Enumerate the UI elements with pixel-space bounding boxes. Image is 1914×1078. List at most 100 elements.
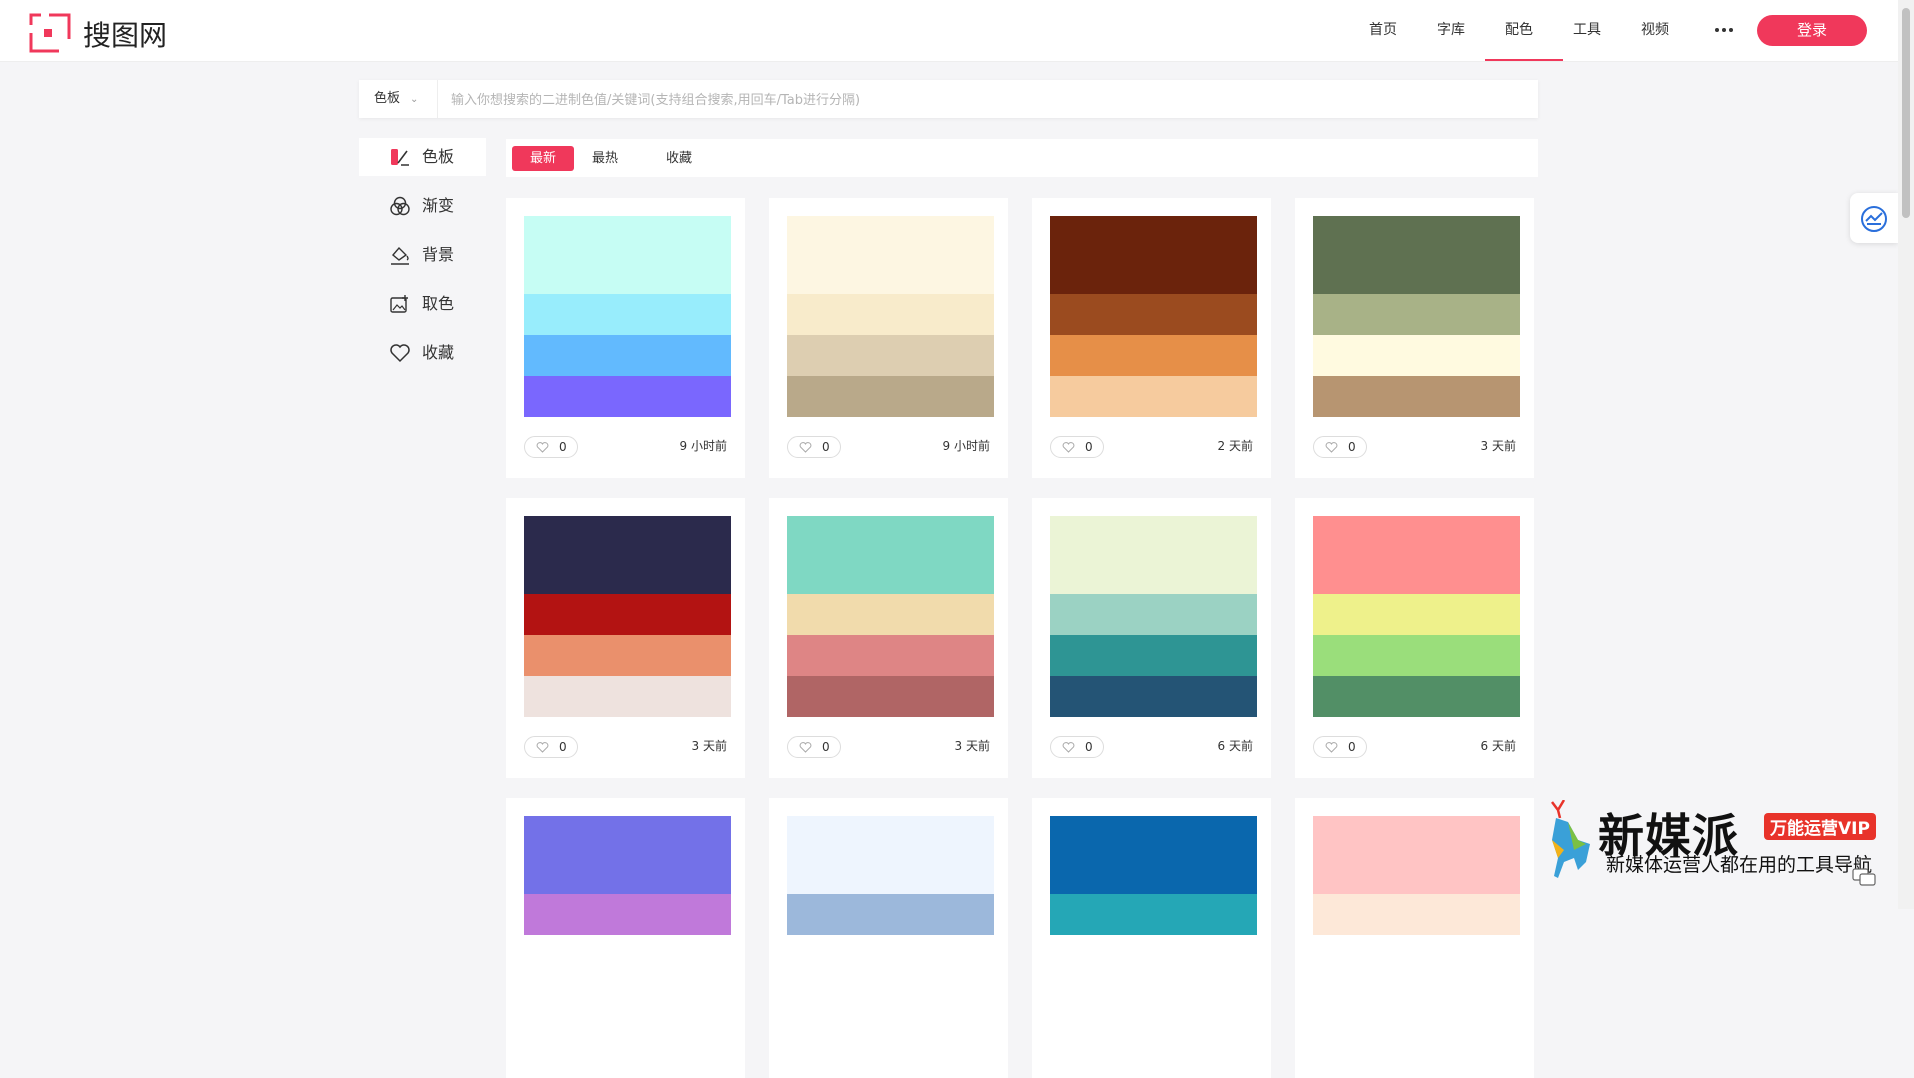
divider — [437, 80, 438, 118]
like-count: 0 — [559, 740, 567, 754]
login-button[interactable]: 登录 — [1757, 15, 1867, 46]
color-swatch[interactable] — [1050, 294, 1257, 335]
palette-card[interactable]: 0 3 天前 — [769, 498, 1008, 778]
sidebar-item-label: 渐变 — [422, 196, 455, 215]
color-swatch[interactable] — [524, 635, 731, 676]
color-swatch[interactable] — [1313, 376, 1520, 417]
palette-card[interactable]: 0 3 天前 — [506, 498, 745, 778]
palette-card[interactable] — [769, 798, 1008, 1078]
like-button[interactable]: 0 — [1050, 736, 1104, 758]
more-icon[interactable] — [1713, 22, 1735, 38]
like-button[interactable]: 0 — [787, 736, 841, 758]
color-swatch[interactable] — [1313, 635, 1520, 676]
palette-card[interactable]: 0 6 天前 — [1032, 498, 1271, 778]
color-swatch[interactable] — [787, 216, 994, 294]
brand-name[interactable]: 搜图网 — [83, 14, 167, 54]
tab-hottest[interactable]: 最热 — [585, 146, 625, 171]
like-button[interactable]: 0 — [787, 436, 841, 458]
nav-item-home[interactable]: 首页 — [1365, 0, 1401, 61]
color-swatch[interactable] — [1313, 335, 1520, 376]
color-swatch[interactable] — [787, 516, 994, 594]
like-button[interactable]: 0 — [524, 436, 578, 458]
palette-card[interactable]: 0 2 天前 — [1032, 198, 1271, 478]
color-swatch[interactable] — [524, 594, 731, 635]
search-input[interactable] — [449, 84, 1533, 116]
color-swatch[interactable] — [1050, 635, 1257, 676]
sidebar-item-favorites[interactable]: 收藏 — [359, 334, 486, 372]
heart-icon — [1062, 442, 1075, 453]
search-type-dropdown[interactable]: 色板 ⌄ — [374, 80, 418, 118]
color-swatch[interactable] — [524, 816, 731, 894]
like-button[interactable]: 0 — [1313, 436, 1367, 458]
floating-tool-button[interactable] — [1850, 193, 1898, 243]
palette-card[interactable] — [506, 798, 745, 1078]
heart-icon — [536, 742, 549, 753]
color-swatch[interactable] — [1313, 816, 1520, 894]
color-swatch[interactable] — [1050, 516, 1257, 594]
like-button[interactable]: 0 — [1313, 736, 1367, 758]
color-swatch[interactable] — [1050, 816, 1257, 894]
color-swatch[interactable] — [1050, 335, 1257, 376]
sidebar-item-palette[interactable]: 色板 — [359, 138, 486, 176]
paint-bucket-icon — [391, 246, 409, 265]
like-count: 0 — [1085, 440, 1093, 454]
color-swatch[interactable] — [524, 894, 731, 935]
color-swatch[interactable] — [524, 294, 731, 335]
like-count: 0 — [1348, 440, 1356, 454]
color-swatch[interactable] — [1313, 894, 1520, 935]
color-swatch[interactable] — [1050, 894, 1257, 935]
palette-card[interactable]: 0 6 天前 — [1295, 498, 1534, 778]
color-swatch[interactable] — [787, 335, 994, 376]
color-swatch[interactable] — [1050, 594, 1257, 635]
color-swatch[interactable] — [1050, 676, 1257, 717]
tab-latest[interactable]: 最新 — [512, 146, 574, 171]
color-swatch[interactable] — [787, 816, 994, 894]
nav-item-colors[interactable]: 配色 — [1501, 0, 1537, 61]
nav-item-video[interactable]: 视频 — [1637, 0, 1673, 61]
color-swatch[interactable] — [1050, 376, 1257, 417]
color-swatch[interactable] — [787, 294, 994, 335]
color-swatch[interactable] — [524, 516, 731, 594]
color-swatch[interactable] — [1313, 676, 1520, 717]
color-swatch[interactable] — [1313, 216, 1520, 294]
like-count: 0 — [1348, 740, 1356, 754]
color-swatch[interactable] — [524, 376, 731, 417]
sidebar-item-background[interactable]: 背景 — [359, 236, 486, 274]
promo-badge: 万能运营VIP — [1764, 813, 1876, 840]
sidebar-item-label: 收藏 — [422, 343, 455, 362]
palette-timestamp: 3 天前 — [1480, 439, 1516, 453]
color-swatch[interactable] — [524, 676, 731, 717]
palette-timestamp: 2 天前 — [1217, 439, 1253, 453]
heart-icon — [799, 442, 812, 453]
palette-card[interactable] — [1295, 798, 1534, 1078]
color-swatch[interactable] — [524, 335, 731, 376]
deer-logo-icon — [1551, 800, 1590, 878]
palette-card[interactable]: 0 9 小时前 — [769, 198, 1008, 478]
brand-logo-icon[interactable] — [29, 13, 71, 53]
color-swatch[interactable] — [524, 216, 731, 294]
color-swatch[interactable] — [1050, 216, 1257, 294]
color-picker-icon — [390, 295, 408, 313]
sidebar-item-label: 取色 — [422, 294, 455, 313]
chat-icon[interactable] — [1852, 868, 1876, 888]
heart-icon — [1325, 742, 1338, 753]
color-swatch[interactable] — [787, 894, 994, 935]
palette-card[interactable]: 0 3 天前 — [1295, 198, 1534, 478]
like-button[interactable]: 0 — [1050, 436, 1104, 458]
scrollbar-thumb[interactable] — [1902, 8, 1910, 218]
color-swatch[interactable] — [1313, 294, 1520, 335]
sidebar-item-color-picker[interactable]: 取色 — [359, 285, 486, 323]
color-swatch[interactable] — [1313, 594, 1520, 635]
color-swatch[interactable] — [787, 676, 994, 717]
color-swatch[interactable] — [1313, 516, 1520, 594]
color-swatch[interactable] — [787, 635, 994, 676]
like-button[interactable]: 0 — [524, 736, 578, 758]
color-swatch[interactable] — [787, 376, 994, 417]
sidebar-item-gradient[interactable]: 渐变 — [359, 187, 486, 225]
nav-item-fonts[interactable]: 字库 — [1433, 0, 1469, 61]
color-swatch[interactable] — [787, 594, 994, 635]
tab-favorites[interactable]: 收藏 — [659, 146, 699, 171]
palette-card[interactable] — [1032, 798, 1271, 1078]
palette-card[interactable]: 0 9 小时前 — [506, 198, 745, 478]
nav-item-tools[interactable]: 工具 — [1569, 0, 1605, 61]
